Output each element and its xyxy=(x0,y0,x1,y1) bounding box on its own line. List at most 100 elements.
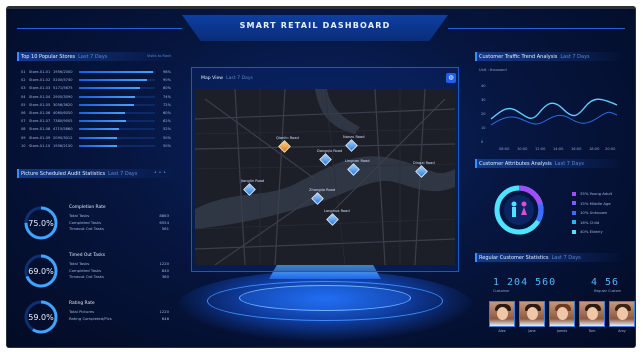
map-pin-longhua[interactable]: Longhua Road xyxy=(324,209,350,226)
store-visits: 1956/2000 xyxy=(53,70,73,75)
map-pin-jianglin[interactable]: Jianglin Road xyxy=(241,179,264,196)
store-visits: 5171/5675 xyxy=(53,86,73,91)
map-pin-qianlin[interactable]: Qianlin Road xyxy=(276,136,299,153)
city-map[interactable]: Qianlin Road Dongqiu Road Nanzu Road Lin… xyxy=(195,89,455,265)
customer-counter-label: Customer xyxy=(493,289,510,293)
x-tick: 10:00 xyxy=(517,147,528,151)
platform-ring-inner xyxy=(239,285,411,311)
y-tick: 0 xyxy=(481,140,484,144)
traffic-trend-chart: 40 30 20 10 0 08:00 10:00 12:00 14:00 16… xyxy=(481,84,618,151)
store-visits: 1956/2150 xyxy=(53,143,73,148)
avatar-name: Tom xyxy=(588,329,596,333)
store-visits: 2900/3090 xyxy=(53,94,73,99)
rating-rate-value: 59.0% xyxy=(28,313,54,322)
regular-counter-label: Regular Custom xyxy=(594,289,622,293)
store-percent: 50% xyxy=(163,135,171,140)
x-tick: 16:00 xyxy=(571,147,582,151)
header-line-right xyxy=(448,28,625,29)
map-pin-dongqiu[interactable]: Dongqiu Road xyxy=(317,149,342,166)
store-cube-icon xyxy=(311,192,324,205)
store-row[interactable]: 06 Store-01-06 4060/6050 60% xyxy=(21,109,181,117)
store-cube-icon xyxy=(415,165,428,178)
store-percent: 74% xyxy=(163,94,171,99)
attributes-donut xyxy=(494,185,544,235)
store-row[interactable]: 07 Store-01-07 7380/9005 62% xyxy=(21,117,181,125)
store-progress-bar xyxy=(79,71,155,74)
store-name: Store-01-06 xyxy=(29,111,51,116)
map-pin-dingxi[interactable]: Dingxi Road xyxy=(413,161,435,178)
store-visits: 3056/3620 xyxy=(53,102,73,107)
store-rank: 07 xyxy=(21,119,26,124)
store-percent: 52% xyxy=(163,127,171,132)
legend-item: 18% Child xyxy=(572,218,612,228)
legend-item: 15% Middle Age xyxy=(572,199,612,209)
dashboard-screen: SMART RETAIL DASHBOARD Top 10 Popular St… xyxy=(7,9,635,347)
store-visits: 5200/5740 xyxy=(53,78,73,83)
store-name: Store-01-05 xyxy=(29,102,51,107)
store-percent: 62% xyxy=(163,119,171,124)
store-row[interactable]: 10 Store-01-10 1956/2150 50% xyxy=(21,142,181,150)
avatar-name: James xyxy=(556,329,568,333)
store-percent: 72% xyxy=(163,102,171,107)
store-rank: 04 xyxy=(21,94,26,99)
store-row[interactable]: 09 Store-01-09 2090/3012 50% xyxy=(21,134,181,142)
x-tick: 08:00 xyxy=(499,147,510,151)
store-progress-bar xyxy=(79,112,155,115)
map-pin-nanzu[interactable]: Nanzu Road xyxy=(343,135,365,152)
store-cube-icon xyxy=(345,139,358,152)
store-name: Store-01-10 xyxy=(29,143,51,148)
traffic-unit: Unit : thousand xyxy=(479,68,507,72)
more-icon[interactable]: • • • xyxy=(154,170,166,176)
store-visits: 7380/9005 xyxy=(53,119,73,124)
store-rank: 08 xyxy=(21,127,26,132)
map-pin-lingnan[interactable]: Lingnan Road xyxy=(345,159,369,176)
store-cube-icon xyxy=(278,140,291,153)
regular-counter: 4 56 xyxy=(591,277,620,288)
store-percent: 90% xyxy=(163,78,171,83)
store-rank: 01 xyxy=(21,70,26,75)
store-percent: 98% xyxy=(163,70,171,75)
completion-rate-value: 75.0% xyxy=(28,219,54,228)
store-row[interactable]: 05 Store-01-05 3056/3620 72% xyxy=(21,101,181,109)
avatar[interactable] xyxy=(489,301,515,327)
legend-item: 35% Young Adult xyxy=(572,189,612,199)
x-tick: 20:00 xyxy=(605,147,616,151)
traffic-line-2 xyxy=(490,111,618,126)
globe-icon[interactable]: ◍ xyxy=(446,73,456,83)
y-tick: 30 xyxy=(481,98,486,102)
store-progress-bar xyxy=(79,103,155,106)
regular-title: Regular Customer Statistics Last 7 Days xyxy=(479,255,581,261)
traffic-title: Customer Traffic Trend Analysis Last 7 Da… xyxy=(479,54,590,60)
top-stores-list: 01 Store-01-01 1956/2000 98% 02 Store-01-02 52… xyxy=(21,68,181,150)
avatar[interactable] xyxy=(549,301,575,327)
avatar[interactable] xyxy=(519,301,545,327)
store-name: Store-01-04 xyxy=(29,94,51,99)
audit-title: Picture Scheduled Audit Statistics Last 7… xyxy=(21,171,138,177)
store-cube-icon xyxy=(326,213,339,226)
map-pin-zhongda[interactable]: Zhongda Road xyxy=(309,188,335,205)
store-name: Store-01-03 xyxy=(29,86,51,91)
store-visits: 4060/6050 xyxy=(53,111,73,116)
store-name: Store-01-08 xyxy=(29,127,51,132)
store-row[interactable]: 08 Store-01-08 4715/5860 52% xyxy=(21,125,181,133)
store-row[interactable]: 04 Store-01-04 2900/3090 74% xyxy=(21,93,181,101)
avatar-name: Amy xyxy=(618,329,626,333)
store-progress-bar xyxy=(79,87,155,90)
x-tick: 12:00 xyxy=(535,147,546,151)
attributes-title: Customer Attributes Analysis Last 7 Days xyxy=(479,161,585,167)
store-row[interactable]: 01 Store-01-01 1956/2000 98% xyxy=(21,68,181,76)
avatar[interactable] xyxy=(609,301,635,327)
store-name: Store-01-02 xyxy=(29,78,51,83)
store-progress-bar xyxy=(79,120,155,123)
y-tick: 20 xyxy=(481,112,486,116)
store-row[interactable]: 02 Store-01-02 5200/5740 90% xyxy=(21,76,181,84)
avatar[interactable] xyxy=(579,301,605,327)
store-visits: 4715/5860 xyxy=(53,127,73,132)
top-stores-title: Top 10 Popular Stores Last 7 Days xyxy=(21,54,108,60)
store-rank: 10 xyxy=(21,143,26,148)
store-rank: 02 xyxy=(21,78,26,83)
y-tick: 10 xyxy=(481,126,486,130)
timed-out-value: 69.0% xyxy=(28,267,54,276)
store-name: Store-01-07 xyxy=(29,119,51,124)
store-row[interactable]: 03 Store-01-03 5171/5675 80% xyxy=(21,84,181,92)
